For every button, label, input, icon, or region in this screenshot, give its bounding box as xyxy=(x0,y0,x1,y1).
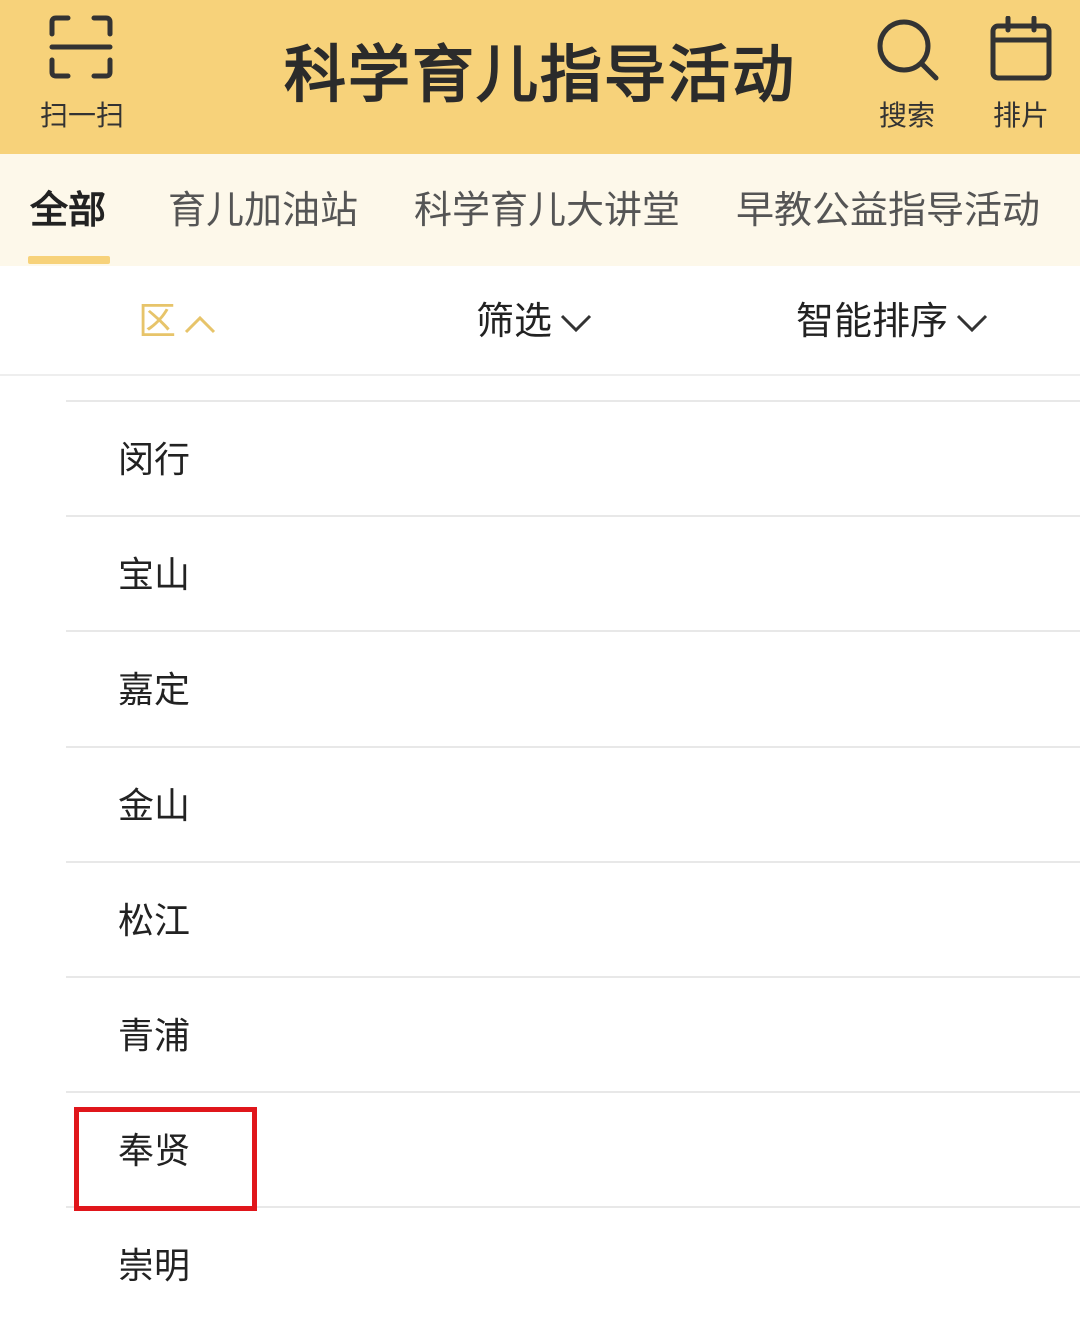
list-item[interactable]: 闵行 xyxy=(66,400,1080,515)
sort-label: 智能排序 xyxy=(796,299,949,343)
district-filter-label: 区 xyxy=(138,299,177,343)
tab-all[interactable]: 全部 xyxy=(30,182,106,238)
chevron-down-icon xyxy=(956,314,988,332)
district-label: 青浦 xyxy=(118,1016,191,1057)
tab-early-education[interactable]: 早教公益指导活动 xyxy=(736,182,1040,238)
list-item[interactable]: 崇明 xyxy=(66,1206,1080,1321)
district-label: 崇明 xyxy=(118,1246,191,1287)
page-title: 科学育儿指导活动 xyxy=(283,38,796,111)
filter-bar: 区 筛选 智能排序 xyxy=(0,266,1080,376)
list-item[interactable]: 青浦 xyxy=(66,976,1080,1091)
chevron-down-icon xyxy=(560,314,592,332)
district-label: 嘉定 xyxy=(118,670,191,711)
district-filter[interactable]: 区 xyxy=(138,296,216,346)
filter-label: 筛选 xyxy=(476,299,553,343)
tab-science-lecture[interactable]: 科学育儿大讲堂 xyxy=(414,182,680,238)
category-tabs: 全部 育儿加油站 科学育儿大讲堂 早教公益指导活动 xyxy=(0,154,1080,266)
scan-label: 扫一扫 xyxy=(39,99,124,132)
calendar-icon xyxy=(990,16,1052,81)
scan-icon xyxy=(49,15,113,79)
highlight-annotation-box xyxy=(74,1107,257,1211)
filter-dropdown[interactable]: 筛选 xyxy=(476,296,592,346)
schedule-label: 排片 xyxy=(992,99,1049,132)
search-label: 搜索 xyxy=(878,99,935,132)
tab-parenting-station[interactable]: 育儿加油站 xyxy=(168,182,358,238)
list-item[interactable]: 金山 xyxy=(66,746,1080,861)
active-tab-indicator xyxy=(28,256,110,264)
district-label: 宝山 xyxy=(118,555,191,596)
district-label: 闵行 xyxy=(118,440,191,481)
search-icon xyxy=(877,19,939,81)
list-item[interactable]: 宝山 xyxy=(66,515,1080,630)
district-label: 金山 xyxy=(118,786,191,827)
scan-button[interactable]: 扫一扫 xyxy=(30,10,140,132)
search-button[interactable]: 搜索 xyxy=(862,10,952,132)
list-item[interactable]: 嘉定 xyxy=(66,630,1080,745)
sort-dropdown[interactable]: 智能排序 xyxy=(796,296,988,346)
list-item[interactable]: 松江 xyxy=(66,861,1080,976)
chevron-up-icon xyxy=(184,315,216,333)
schedule-button[interactable]: 排片 xyxy=(976,10,1066,132)
app-header: 扫一扫 科学育儿指导活动 搜索 排片 xyxy=(0,0,1080,154)
district-label: 松江 xyxy=(118,901,191,942)
